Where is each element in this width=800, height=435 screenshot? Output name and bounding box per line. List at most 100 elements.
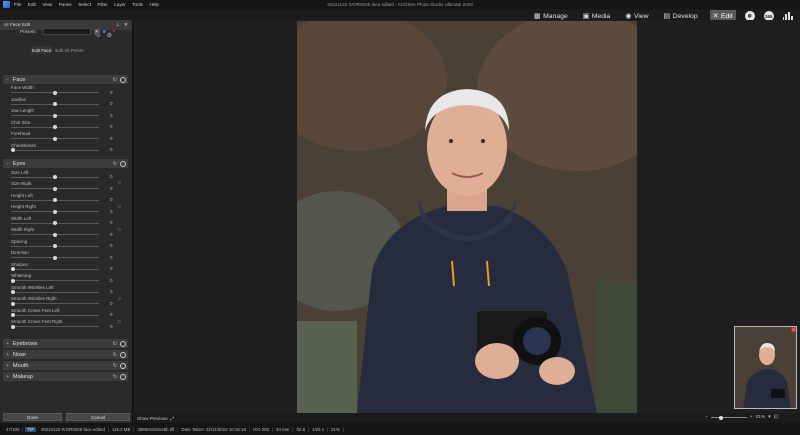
slider-thumb[interactable] [53,175,57,179]
slider-thumb[interactable] [53,198,57,202]
reset-section-icon[interactable]: ↻ [112,161,118,167]
show-previous-button[interactable]: Show Previous ⤢ [137,416,174,421]
slider-thumb[interactable] [53,232,57,237]
expand-icon[interactable]: + [6,352,9,358]
close-icon[interactable]: ✕ [791,327,796,332]
slider-thumb[interactable] [11,278,15,283]
enable-section-icon[interactable] [120,160,126,167]
collapse-icon[interactable]: − [6,77,9,83]
slider-track[interactable] [11,326,99,327]
slider-track[interactable] [11,314,99,316]
slider-thumb[interactable] [53,90,57,95]
fullscreen-icon[interactable]: ⤢ [171,416,175,421]
slider-thumb[interactable] [11,267,15,271]
section-eyes-header[interactable]: − Eyes ↻ [3,159,128,168]
slider-value[interactable]: 0 [110,147,113,152]
slider-track[interactable] [11,149,99,151]
slider-value[interactable]: 0 [110,243,113,248]
reset-section-icon[interactable]: ↻ [112,341,118,347]
slider-value[interactable]: 0 [110,255,113,260]
slider-thumb[interactable] [11,301,15,306]
reset-section-icon[interactable]: ↻ [112,77,118,83]
enable-section-icon[interactable] [120,362,126,369]
slider-value[interactable]: 0 [110,209,113,214]
slider-value[interactable]: 0 [110,289,113,294]
zoom-slider-thumb[interactable] [718,415,723,420]
slider-value[interactable]: 0 [110,266,113,271]
slider-thumb[interactable] [53,209,57,214]
navigator-thumbnail[interactable]: ✕ [734,326,797,409]
section-nose-header[interactable]: + Nose ↻ [3,350,128,359]
presets-dropdown[interactable] [42,28,91,35]
slider-thumb[interactable] [11,290,15,294]
slider-thumb[interactable] [53,255,57,260]
slider-value[interactable]: 0 [110,136,113,141]
chevron-down-icon[interactable]: ▾ [768,415,770,420]
slider-thumb[interactable] [53,125,57,129]
zoom-in-icon[interactable]: + [750,415,753,420]
slider-thumb[interactable] [53,102,57,106]
menu-layer[interactable]: Layer [114,2,126,7]
enable-section-icon[interactable] [120,340,126,347]
slider-value[interactable]: 0 [110,324,113,329]
slider-thumb[interactable] [11,148,15,152]
link-icon[interactable]: ⊃ [117,180,121,186]
slider-value[interactable]: 0 [110,197,113,202]
section-face-header[interactable]: − Face ↻ [3,75,128,84]
add-preset-button[interactable]: + [93,28,100,35]
menu-file[interactable]: File [14,2,21,7]
menu-filter[interactable]: Filter [98,2,108,7]
zoom-value[interactable]: 21% [756,415,766,420]
reset-section-icon[interactable]: ↻ [112,374,118,380]
expand-icon[interactable]: + [6,363,9,369]
menu-panes[interactable]: Panes [59,2,72,7]
slider-value[interactable]: 0 [110,301,113,306]
menu-help[interactable]: Help [149,2,158,7]
cancel-button[interactable]: Cancel [66,413,130,421]
slider-value[interactable]: 0 [110,312,113,317]
menu-tools[interactable]: Tools [132,2,143,7]
section-eyebrows-header[interactable]: + Eyebrows ↻ [3,339,128,348]
slider-value[interactable]: 0 [110,174,113,179]
link-icon[interactable]: ⊃ [117,204,121,210]
slider-value[interactable]: 0 [110,101,113,106]
slider-value[interactable]: 0 [110,220,113,225]
slider-track[interactable] [11,280,99,281]
slider-value[interactable]: 0 [110,124,113,129]
close-panel-icon[interactable]: ✕ [124,22,128,28]
tab-edit-face[interactable]: Edit Face [30,46,54,54]
slider-track[interactable] [11,291,99,293]
slider-thumb[interactable] [53,244,57,248]
app-logo-icon[interactable] [3,1,10,8]
slider-value[interactable]: 0 [110,113,113,118]
menu-select[interactable]: Select [78,2,91,7]
tab-edit-all-points[interactable]: Edit All Points [53,46,85,54]
slider-thumb[interactable] [53,186,57,191]
slider-value[interactable]: 0 [110,278,113,283]
pin-icon[interactable]: ⊥ [115,22,119,28]
link-icon[interactable]: ⊃ [117,296,121,302]
reset-section-icon[interactable]: ↻ [112,363,118,369]
slider-thumb[interactable] [53,136,57,141]
menu-edit[interactable]: Edit [28,2,36,7]
zoom-out-icon[interactable]: − [705,415,708,420]
menu-view[interactable]: View [42,2,52,7]
fit-icon[interactable]: ⊡ [774,415,778,420]
slider-track[interactable] [11,268,99,270]
delete-preset-icon[interactable]: ✕ [112,29,116,35]
expand-icon[interactable]: + [6,341,9,347]
done-button[interactable]: Done [3,413,62,421]
slider-value[interactable]: 0 [110,186,113,191]
main-photo[interactable] [297,21,637,413]
slider-thumb[interactable] [11,313,15,317]
save-preset-icon[interactable]: ■ [103,29,109,35]
link-icon[interactable]: ⊃ [117,227,121,233]
slider-track[interactable] [11,303,99,304]
reset-section-icon[interactable]: ↻ [112,352,118,358]
slider-thumb[interactable] [53,113,57,118]
slider-value[interactable]: 0 [110,232,113,237]
expand-icon[interactable]: + [6,374,9,380]
slider-thumb[interactable] [11,324,15,329]
section-makeup-header[interactable]: + Makeup ↻ [3,372,128,381]
zoom-slider[interactable] [710,415,747,420]
